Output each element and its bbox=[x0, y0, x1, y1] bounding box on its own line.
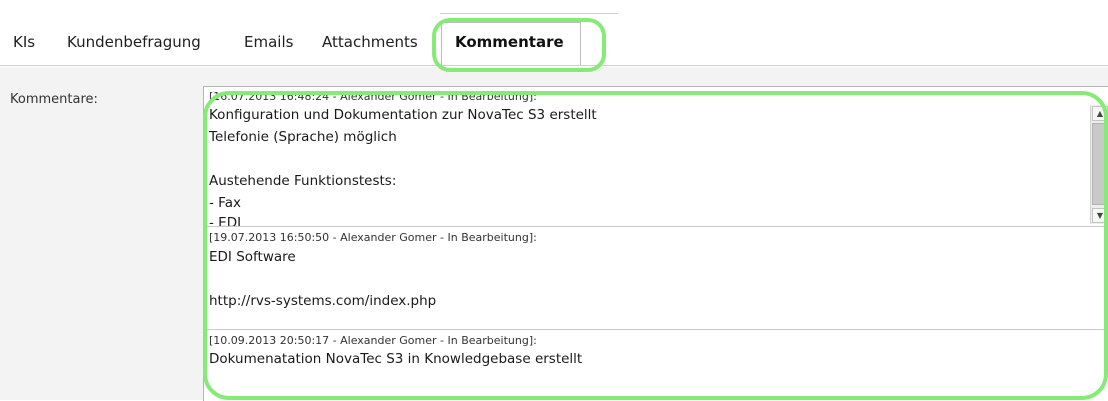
comment-line: - EDI bbox=[209, 215, 242, 227]
comment-header: [16.07.2013 16:48:24 - Alexander Gomer -… bbox=[209, 90, 537, 103]
comments-field-label: Kommentare: bbox=[10, 92, 98, 107]
tab-bar: KIs Kundenbefragung Emails Attachments K… bbox=[0, 0, 1108, 66]
comment-scrollbar[interactable]: ▲ ▼ bbox=[1090, 105, 1108, 224]
comment-line: EDI Software bbox=[209, 249, 296, 265]
comment-line: http://rvs-systems.com/index.php bbox=[209, 293, 437, 309]
arrow-down-icon[interactable]: ▼ bbox=[1092, 208, 1108, 223]
comment-line: Konfiguration und Dokumentation zur Nova… bbox=[209, 107, 597, 123]
comment-line: Austehende Funktionstests: bbox=[209, 173, 397, 189]
comment-line: Dokumenatation NovaTec S3 in Knowledgeba… bbox=[209, 351, 583, 367]
arrow-up-icon[interactable]: ▲ bbox=[1092, 106, 1108, 121]
tab-attachments[interactable]: Attachments bbox=[322, 33, 418, 51]
comments-list: [16.07.2013 16:48:24 - Alexander Gomer -… bbox=[203, 86, 1108, 401]
scrollbar-thumb[interactable] bbox=[1092, 123, 1108, 205]
comment-entry: [16.07.2013 16:48:24 - Alexander Gomer -… bbox=[204, 87, 1108, 227]
tab-kis[interactable]: KIs bbox=[13, 33, 35, 51]
comment-entry: [19.07.2013 16:50:50 - Alexander Gomer -… bbox=[204, 227, 1108, 330]
comment-header: [10.09.2013 20:50:17 - Alexander Gomer -… bbox=[209, 334, 537, 347]
tab-emails[interactable]: Emails bbox=[244, 33, 293, 51]
comment-line: - Fax bbox=[209, 195, 241, 211]
tab-kundenbefragung[interactable]: Kundenbefragung bbox=[67, 33, 201, 51]
comment-entry: [10.09.2013 20:50:17 - Alexander Gomer -… bbox=[204, 330, 1108, 401]
tab-kommentare-label: Kommentare bbox=[455, 33, 564, 51]
comment-header: [19.07.2013 16:50:50 - Alexander Gomer -… bbox=[209, 231, 537, 244]
tab-kommentare[interactable]: Kommentare bbox=[441, 22, 581, 66]
tab-top-divider bbox=[440, 13, 618, 14]
comment-line: Telefonie (Sprache) möglich bbox=[209, 129, 397, 145]
tab-bar-divider bbox=[0, 65, 1108, 66]
